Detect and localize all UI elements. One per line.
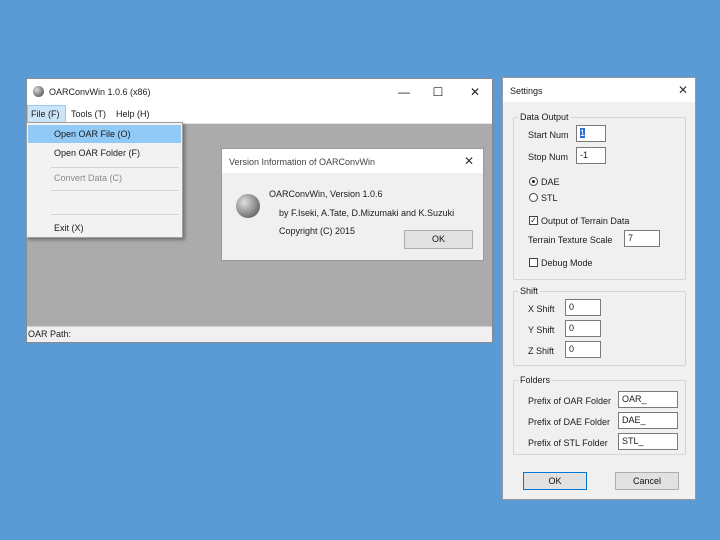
version-dialog-title-bar[interactable]: Version Information of OARConvWin ✕ xyxy=(222,149,483,173)
menu-separator xyxy=(51,190,179,191)
settings-title: Settings xyxy=(510,86,543,96)
menu-file[interactable]: File (F) xyxy=(27,105,66,123)
debug-label: Debug Mode xyxy=(541,258,593,268)
maximize-button[interactable]: ☐ xyxy=(425,84,451,100)
version-ok-button[interactable]: OK xyxy=(404,230,473,249)
menu-convert-data[interactable]: Convert Data (C) xyxy=(28,169,181,187)
z-shift-label: Z Shift xyxy=(528,346,555,356)
folders-label: Folders xyxy=(518,375,553,385)
status-oar-path: OAR Path: xyxy=(28,329,72,339)
start-num-input[interactable]: 1 xyxy=(576,125,606,142)
settings-dialog: Settings ✕ Data Output Start Num 1 Stop … xyxy=(502,77,696,500)
dae-prefix-input[interactable]: DAE_ xyxy=(618,412,678,429)
x-shift-input[interactable]: 0 xyxy=(565,299,601,316)
shift-label: Shift xyxy=(518,286,541,296)
start-num-label: Start Num xyxy=(528,130,569,140)
close-button[interactable]: ✕ xyxy=(462,84,488,100)
main-window-title: OARConvWin 1.0.6 (x86) xyxy=(49,87,151,97)
menu-open-oar-folder[interactable]: Open OAR Folder (F) xyxy=(28,144,181,162)
menu-exit[interactable]: Exit (X) xyxy=(28,219,181,237)
settings-ok-button[interactable]: OK xyxy=(523,472,587,490)
copyright-text: Copyright (C) 2015 xyxy=(279,226,356,236)
settings-title-bar[interactable]: Settings ✕ xyxy=(503,78,695,102)
authors-text: by F.Iseki, A.Tate, D.Mizumaki and K.Suz… xyxy=(279,208,455,218)
settings-cancel-button[interactable]: Cancel xyxy=(615,472,679,490)
y-shift-label: Y Shift xyxy=(528,325,555,335)
oar-prefix-label: Prefix of OAR Folder xyxy=(528,396,612,406)
dae-label: DAE xyxy=(541,177,560,187)
x-shift-label: X Shift xyxy=(528,304,555,314)
menu-tools[interactable]: Tools (T) xyxy=(68,105,109,123)
stop-num-label: Stop Num xyxy=(528,152,569,162)
version-dialog-title: Version Information of OARConvWin xyxy=(229,157,376,167)
y-shift-input[interactable]: 0 xyxy=(565,320,601,337)
status-bar: OAR Path: xyxy=(27,326,492,342)
dae-prefix-label: Prefix of DAE Folder xyxy=(528,417,611,427)
terrain-scale-input[interactable]: 7 xyxy=(624,230,660,247)
data-output-label: Data Output xyxy=(518,112,571,122)
stl-prefix-input[interactable]: STL_ xyxy=(618,433,678,450)
main-title-bar[interactable]: OARConvWin 1.0.6 (x86) — ☐ ✕ xyxy=(27,79,492,105)
stl-radio[interactable] xyxy=(529,193,538,202)
app-icon xyxy=(33,86,44,97)
stop-num-input[interactable]: -1 xyxy=(576,147,606,164)
version-close-icon[interactable]: ✕ xyxy=(464,154,474,168)
file-menu-dropdown: Open OAR File (O) Open OAR Folder (F) Co… xyxy=(26,122,183,238)
z-shift-input[interactable]: 0 xyxy=(565,341,601,358)
menu-separator xyxy=(51,214,179,215)
terrain-scale-label: Terrain Texture Scale xyxy=(528,235,613,245)
app-logo-icon xyxy=(236,194,260,218)
menu-open-oar-file[interactable]: Open OAR File (O) xyxy=(28,125,181,143)
terrain-label: Output of Terrain Data xyxy=(541,216,630,226)
dae-radio[interactable] xyxy=(529,177,538,186)
debug-checkbox[interactable] xyxy=(529,258,538,267)
stl-prefix-label: Prefix of STL Folder xyxy=(528,438,608,448)
menu-separator xyxy=(51,167,179,168)
menu-help[interactable]: Help (H) xyxy=(113,105,153,123)
minimize-button[interactable]: — xyxy=(391,84,417,100)
settings-close-icon[interactable]: ✕ xyxy=(678,83,688,97)
version-dialog: Version Information of OARConvWin ✕ OARC… xyxy=(221,148,484,261)
start-num-value: 1 xyxy=(580,128,586,138)
stl-label: STL xyxy=(541,193,558,203)
terrain-checkbox[interactable]: ✓ xyxy=(529,216,538,225)
version-text: OARConvWin, Version 1.0.6 xyxy=(269,189,383,199)
oar-prefix-input[interactable]: OAR_ xyxy=(618,391,678,408)
